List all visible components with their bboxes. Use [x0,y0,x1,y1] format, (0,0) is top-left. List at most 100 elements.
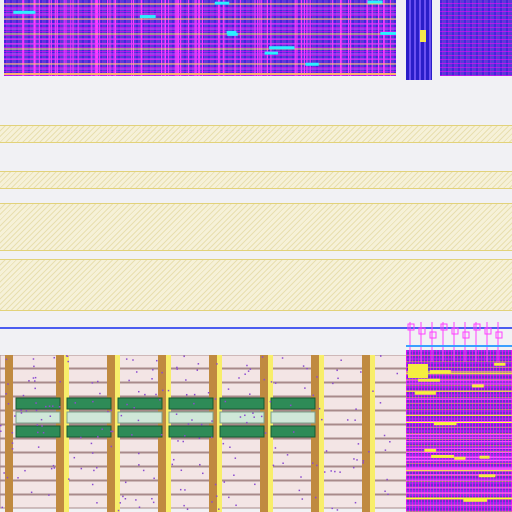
contact-dot [22,394,25,397]
top-middle-column[interactable] [406,0,432,80]
contact-dot [42,431,45,434]
pin-box [495,331,503,339]
contact-dot [160,434,163,436]
contact-dot [159,398,161,401]
contact-dot [260,415,263,418]
via-strip [433,422,457,426]
contact-dot [234,457,237,459]
active-region [219,397,265,410]
active-region [15,425,61,438]
contact-dot [53,356,55,359]
contact-dot [36,424,39,426]
contact-dot [292,431,295,433]
contact-dot [323,471,326,473]
contact-dot [96,466,98,469]
contact-dot [131,434,133,436]
via-strip [424,448,437,452]
contact-dot [50,467,53,470]
contact-dot [274,447,277,449]
active-region [66,425,112,438]
via-strip [494,362,506,366]
contact-dot [184,435,186,437]
contact-dot [227,388,230,390]
contact-dot [339,471,341,473]
contact-dot [357,443,360,445]
contact-dot [97,380,99,383]
contact-dot [298,489,301,492]
contact-dot [354,419,356,421]
contact-dot [239,416,242,418]
contact-dot [272,464,275,467]
contact-dot [216,363,218,365]
contact-dot [91,382,94,384]
pin-box [418,327,426,335]
contact-dot [387,493,389,495]
contact-dot [91,452,94,454]
contact-dot [356,459,358,461]
active-region [117,397,163,410]
contact-dot [80,467,83,470]
contact-dot [34,380,36,382]
bottom-right-overlay [406,322,512,506]
layout-canvas[interactable] [0,0,512,512]
active-region [168,397,214,410]
highlight-wire [13,10,36,14]
contact-dot [20,412,23,414]
contact-dot [111,430,114,433]
contact-dot [48,405,51,407]
diffusion-column [362,355,370,512]
active-region-light [15,411,61,424]
contact-dot [304,387,306,389]
contact-dot [125,358,128,360]
contact-dot [138,506,141,508]
pin-box [407,323,415,331]
contact-dot [193,393,196,396]
contact-dot [184,489,186,491]
contact-dot [368,450,370,453]
hatched-band-3 [0,203,512,251]
contact-dot [252,412,254,414]
contact-dot [229,446,231,448]
contact-dot [80,436,82,439]
bottom-left-cell-array[interactable] [0,355,410,512]
contact-dot [5,358,8,361]
contact-dot [53,467,56,469]
contact-dot [215,495,218,497]
contact-dot [269,400,272,403]
top-right-cell-block[interactable] [440,0,512,76]
contact-dot [332,382,334,385]
contact-dot [312,394,315,397]
contact-dot [336,369,338,372]
highlight-wire [305,62,319,66]
contact-dot [355,408,357,410]
active-region-light [168,411,214,424]
contact-dot [200,423,203,426]
contact-dot [30,491,33,494]
active-region [66,397,112,410]
contact-dot [5,393,7,395]
contact-dot [92,400,94,403]
contact-dot [25,410,28,412]
highlight-wire [214,1,230,5]
contact-dot [244,373,246,375]
contact-dot [138,464,140,466]
contact-dot [28,380,30,382]
contact-dot [49,415,52,417]
contact-dot [253,416,255,418]
contact-dot [247,370,250,372]
contact-dot [120,414,123,417]
contact-dot [384,490,386,493]
contact-dot [14,415,16,417]
pin-box [473,323,481,331]
highlight-wire [227,32,238,36]
contact-dot [334,470,336,473]
highlight-wire [269,46,295,50]
contact-dot [41,425,43,427]
pin-box [440,323,448,331]
via-strip [471,384,484,388]
contact-dot [389,441,391,443]
contact-dot [318,407,321,410]
contact-dot [233,474,235,476]
contact-dot [224,400,227,403]
contact-dot [138,390,140,393]
